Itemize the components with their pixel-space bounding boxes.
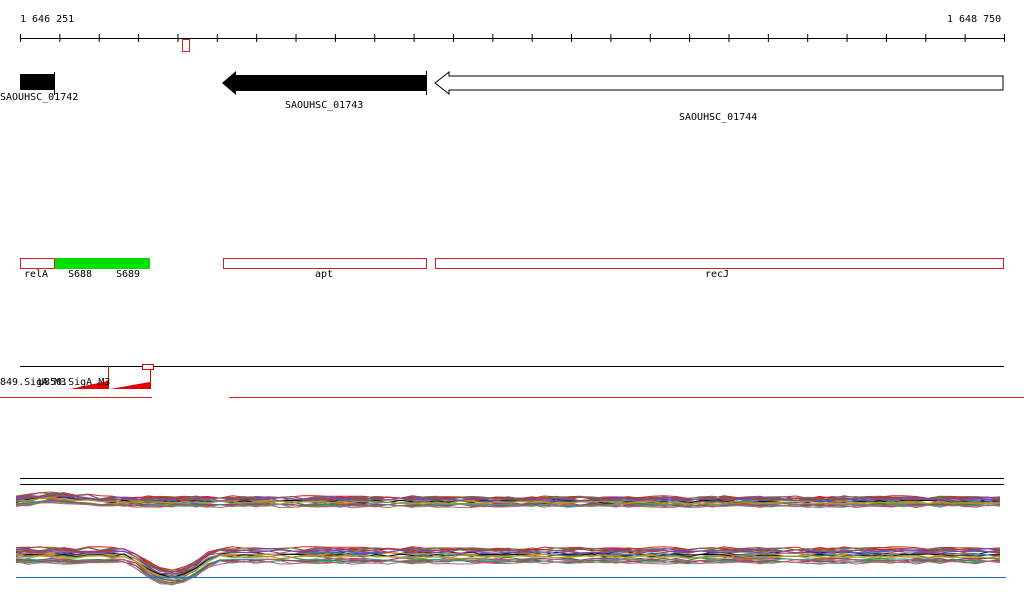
gene-arrow-SAOUHSC_01744[interactable]: [434, 70, 1004, 96]
feature-label: recJ: [705, 269, 730, 280]
feature-box-relA[interactable]: [20, 258, 55, 269]
feature-track: [20, 258, 1004, 269]
feature-box-S688[interactable]: [55, 258, 103, 269]
expression-track-2: [15, 546, 1006, 586]
gene-label: SAOUHSC_01742: [0, 92, 79, 103]
gene-arrow-SAOUHSC_01742[interactable]: [20, 74, 55, 90]
feature-label: S688: [68, 269, 93, 280]
feature-box-apt[interactable]: [223, 258, 427, 269]
ruler-axis: [20, 34, 1005, 52]
signal-marker[interactable]: [142, 364, 154, 370]
signal-track: [0, 364, 1024, 398]
gene-arrow-SAOUHSC_01743[interactable]: [222, 71, 426, 95]
expression-track-1: [15, 478, 1004, 509]
feature-label: S689: [116, 269, 141, 280]
genome-browser-canvas: [0, 34, 1024, 586]
gene-track: [20, 70, 1004, 96]
feature-box-recJ[interactable]: [435, 258, 1004, 269]
gene-label: SAOUHSC_01744: [679, 112, 758, 123]
signal-peak-2[interactable]: [110, 382, 150, 389]
signal-label: U850.SigA M3: [38, 377, 111, 388]
feature-label: relA: [24, 269, 49, 280]
feature-box-S689[interactable]: [103, 258, 150, 269]
feature-label: apt: [315, 269, 334, 280]
gene-label: SAOUHSC_01743: [285, 100, 364, 111]
ruler-marker[interactable]: [182, 39, 190, 52]
